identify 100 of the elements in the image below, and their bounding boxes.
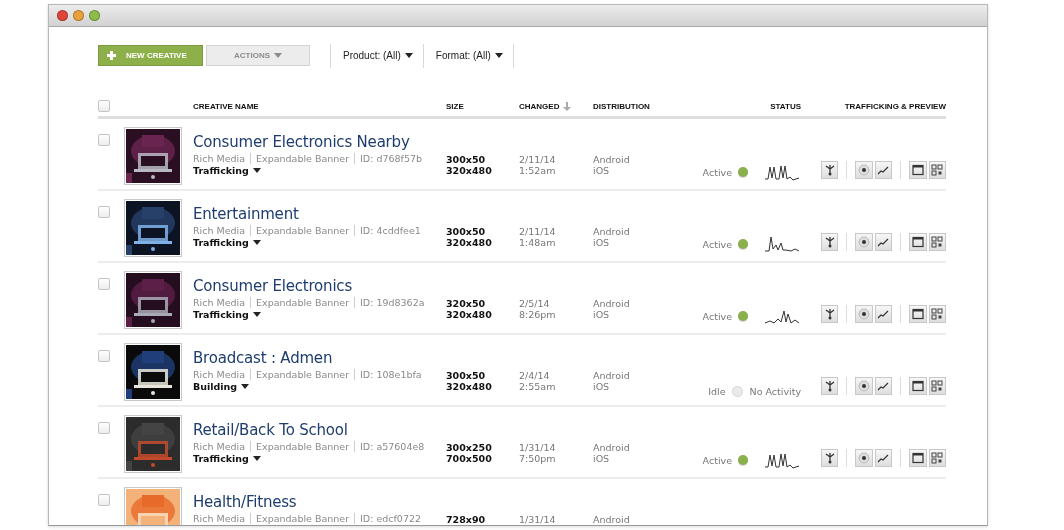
changed-date: 8:26pm bbox=[519, 309, 557, 320]
record-icon[interactable] bbox=[855, 305, 873, 323]
row-checkbox[interactable] bbox=[98, 422, 110, 434]
qr-code-icon[interactable] bbox=[928, 233, 946, 251]
window-icon[interactable] bbox=[909, 305, 927, 323]
creative-name-link[interactable]: Consumer Electronics bbox=[193, 277, 352, 295]
row-checkbox[interactable] bbox=[98, 278, 110, 290]
creative-meta: Expandable Banner bbox=[250, 513, 350, 524]
creative-meta: Rich Media bbox=[193, 369, 246, 380]
minimize-button[interactable] bbox=[73, 10, 84, 21]
caret-icon bbox=[241, 384, 250, 389]
platform-name: iOS bbox=[593, 381, 611, 392]
workflow-state-dropdown[interactable]: Trafficking bbox=[193, 453, 261, 464]
window-icon[interactable] bbox=[909, 161, 927, 179]
size-value: 300x50 bbox=[446, 226, 487, 237]
status-label: Active bbox=[702, 310, 732, 322]
row-checkbox[interactable] bbox=[98, 494, 110, 506]
chart-icon[interactable] bbox=[874, 377, 893, 395]
creative-meta: Expandable Banner bbox=[250, 297, 350, 308]
column-header[interactable]: TRAFFICKING & PREVIEW bbox=[844, 101, 946, 111]
sparkline-icon bbox=[765, 163, 801, 181]
workflow-state-dropdown[interactable]: Trafficking bbox=[193, 165, 261, 176]
window-icon[interactable] bbox=[909, 377, 927, 395]
changed-date: 2/11/14 bbox=[519, 226, 557, 237]
caret-icon bbox=[252, 168, 261, 173]
changed-date: 1:52am bbox=[519, 165, 557, 176]
record-icon[interactable] bbox=[855, 161, 873, 179]
caret-icon bbox=[252, 456, 261, 461]
platform-name: Android bbox=[593, 154, 631, 165]
qr-code-icon[interactable] bbox=[928, 305, 946, 323]
platform-name: iOS bbox=[593, 237, 611, 248]
qr-code-icon[interactable] bbox=[928, 449, 946, 467]
creative-name-link[interactable]: Broadcast : Admen bbox=[193, 349, 333, 367]
chart-icon[interactable] bbox=[874, 161, 893, 179]
column-header[interactable]: CHANGED bbox=[519, 101, 560, 111]
record-icon[interactable] bbox=[855, 377, 873, 395]
platform-name: Android bbox=[593, 370, 631, 381]
workflow-state-dropdown[interactable]: Building bbox=[193, 381, 250, 392]
column-header[interactable]: DISTRIBUTION bbox=[593, 101, 650, 111]
creative-meta: ID: 4cddfee1 bbox=[354, 225, 421, 236]
status-label: Active bbox=[702, 454, 732, 466]
changed-date: 1:48am bbox=[519, 237, 557, 248]
chart-icon[interactable] bbox=[874, 233, 893, 251]
share-icon[interactable] bbox=[820, 377, 839, 395]
share-icon[interactable] bbox=[820, 305, 839, 323]
sparkline-icon bbox=[765, 451, 801, 469]
changed-date: 2/4/14 bbox=[519, 370, 551, 381]
select-all-checkbox[interactable] bbox=[98, 100, 110, 112]
share-icon[interactable] bbox=[820, 449, 839, 467]
platform-name: Android bbox=[593, 442, 631, 453]
creative-name-link[interactable]: Entertainment bbox=[193, 205, 299, 223]
size-value: 320x480 bbox=[446, 165, 493, 176]
close-button[interactable] bbox=[57, 10, 68, 21]
creative-meta: Rich Media bbox=[193, 225, 246, 236]
changed-date: 2/11/14 bbox=[519, 154, 557, 165]
qr-code-icon[interactable] bbox=[928, 161, 946, 179]
changed-date: 1/31/14 bbox=[519, 514, 557, 525]
record-icon[interactable] bbox=[855, 233, 873, 251]
platform-name: Android bbox=[593, 298, 631, 309]
column-header[interactable]: SIZE bbox=[446, 101, 464, 111]
caret-icon bbox=[494, 53, 503, 58]
creative-meta: ID: 108e1bfa bbox=[354, 369, 422, 380]
size-value: 300x50 bbox=[446, 154, 487, 165]
window-icon[interactable] bbox=[909, 449, 927, 467]
record-icon[interactable] bbox=[855, 449, 873, 467]
row-checkbox[interactable] bbox=[98, 350, 110, 362]
status-label: Active bbox=[702, 166, 732, 178]
column-header[interactable]: STATUS bbox=[770, 101, 801, 111]
filter-dropdown[interactable]: Product: (All) bbox=[343, 50, 413, 61]
status-label: Idle bbox=[708, 386, 726, 397]
creative-meta: Expandable Banner bbox=[250, 369, 350, 380]
creative-name-link[interactable]: Retail/Back To School bbox=[193, 421, 348, 439]
row-checkbox[interactable] bbox=[98, 206, 110, 218]
creative-meta: ID: d768f57b bbox=[354, 153, 423, 164]
workflow-state-dropdown[interactable]: Trafficking bbox=[193, 237, 261, 248]
chart-icon[interactable] bbox=[874, 305, 893, 323]
creative-name-link[interactable]: Health/Fitness bbox=[193, 493, 297, 511]
size-value: 700x500 bbox=[446, 453, 493, 464]
sparkline-icon bbox=[765, 235, 801, 253]
caret-icon bbox=[252, 312, 261, 317]
row-checkbox[interactable] bbox=[98, 134, 110, 146]
window-icon[interactable] bbox=[909, 233, 927, 251]
status-note: No Activity bbox=[749, 386, 801, 397]
qr-code-icon[interactable] bbox=[928, 377, 946, 395]
zoom-button[interactable] bbox=[89, 10, 100, 21]
filter-dropdown[interactable]: Format: (All) bbox=[435, 50, 503, 61]
changed-date: 2/5/14 bbox=[519, 298, 551, 309]
share-icon[interactable] bbox=[820, 161, 839, 179]
column-header[interactable]: CREATIVE NAME bbox=[193, 101, 259, 111]
share-icon[interactable] bbox=[820, 233, 839, 251]
chart-icon[interactable] bbox=[874, 449, 893, 467]
changed-date: 2:55am bbox=[519, 381, 557, 392]
size-value: 320x480 bbox=[446, 309, 493, 320]
workflow-state-dropdown[interactable]: Trafficking bbox=[193, 309, 261, 320]
plus-icon bbox=[107, 51, 116, 60]
creative-meta: Rich Media bbox=[193, 513, 246, 524]
size-value: 728x90 bbox=[446, 514, 487, 525]
creative-meta: ID: edcf0722 bbox=[354, 513, 422, 524]
creative-name-link[interactable]: Consumer Electronics Nearby bbox=[193, 133, 410, 151]
creative-meta: Expandable Banner bbox=[250, 225, 350, 236]
